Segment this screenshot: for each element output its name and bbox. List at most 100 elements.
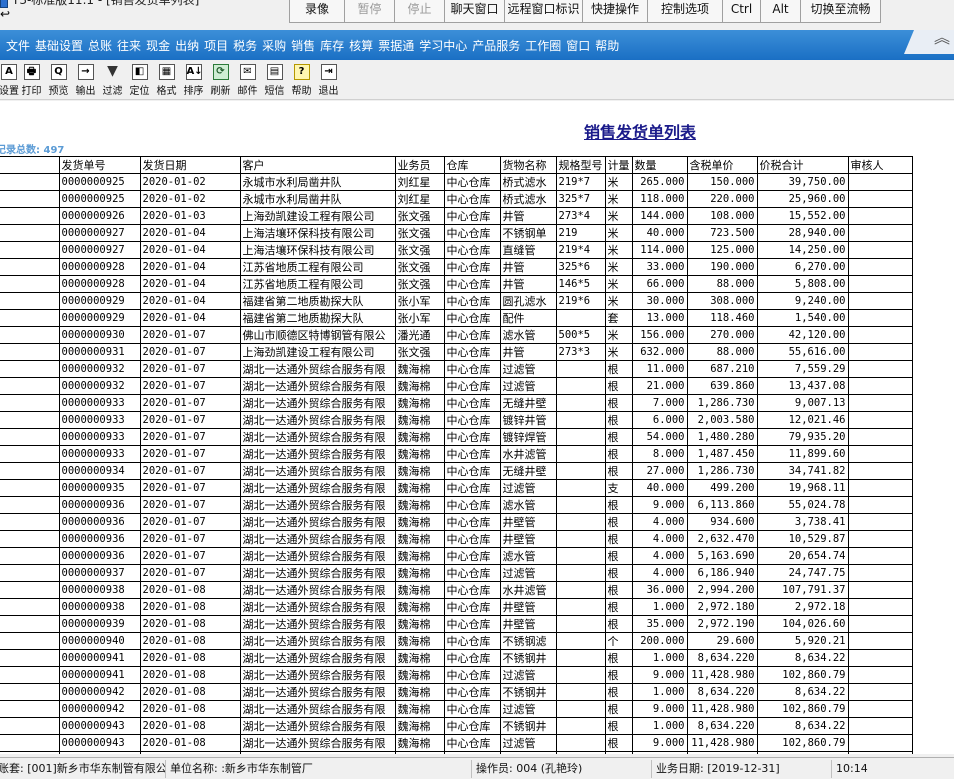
table-row[interactable]: 0000000928 2020-01-04 江苏省地质工程有限公司 张文强 中心仓库 井管…: [0, 258, 913, 276]
table-cell: [555, 581, 606, 599]
toolbar-button-0[interactable]: A 设置: [0, 60, 19, 100]
header-cell-11[interactable]: 审核人: [847, 156, 913, 174]
table-row[interactable]: 0000000934 2020-01-07 湖北一达通外贸综合服务有限 魏海棉 中心仓库…: [0, 462, 913, 480]
table-cell: [847, 751, 913, 754]
header-cell-4[interactable]: 仓库: [443, 156, 501, 174]
menu-item-8[interactable]: 采购: [262, 37, 286, 54]
toolbar-button-6[interactable]: ▦ 格式: [153, 60, 180, 100]
table-row[interactable]: 0000000933 2020-01-07 湖北一达通外贸综合服务有限 魏海棉 中心仓库…: [0, 428, 913, 446]
menu-item-4[interactable]: 现金: [146, 37, 170, 54]
header-cell-3[interactable]: 业务员: [394, 156, 445, 174]
table-cell: 根: [604, 513, 633, 531]
header-cell-9[interactable]: 含税单价: [686, 156, 758, 174]
remote-button-2[interactable]: 停止: [395, 0, 445, 23]
header-cell-2[interactable]: 客户: [239, 156, 396, 174]
table-row[interactable]: 0000000943 2020-01-08 湖北一达通外贸综合服务有限 魏海棉 中心仓库…: [0, 734, 913, 752]
table-cell: 过滤管: [499, 377, 557, 395]
table-row[interactable]: 0000000933 2020-01-07 湖北一达通外贸综合服务有限 魏海棉 中心仓库…: [0, 394, 913, 412]
menu-item-7[interactable]: 税务: [233, 37, 257, 54]
remote-button-0[interactable]: 录像: [290, 0, 345, 23]
header-cell-7[interactable]: 计量: [604, 156, 633, 174]
table-row[interactable]: 0000000939 2020-01-08 湖北一达通外贸综合服务有限 魏海棉 中心仓库…: [0, 615, 913, 633]
toolbar-button-10[interactable]: ▤ 短信: [261, 60, 288, 100]
table-row[interactable]: 0000000936 2020-01-07 湖北一达通外贸综合服务有限 魏海棉 中心仓库…: [0, 530, 913, 548]
menu-item-11[interactable]: 核算: [349, 37, 373, 54]
table-row[interactable]: 0000000943 2020-01-08 湖北一达通外贸综合服务有限 魏海棉 中心仓库…: [0, 717, 913, 735]
remote-button-4[interactable]: 远程窗口标识: [505, 0, 583, 23]
table-row[interactable]: 00000009442020-01-08湖北一达通外贸综合服务有限魏海棉中心仓库…: [0, 751, 913, 754]
toolbar-button-7[interactable]: A↓ 排序: [180, 60, 207, 100]
toolbar-button-4[interactable]: ▼ 过滤: [99, 60, 126, 100]
remote-button-7[interactable]: Ctrl: [723, 0, 761, 23]
table-row[interactable]: 0000000931 2020-01-07 上海劲凯建设工程有限公司 张文强 中心仓库井…: [0, 343, 913, 361]
menu-item-14[interactable]: 产品服务: [472, 37, 520, 54]
toolbar-button-1[interactable]: 🖶 打印: [18, 60, 45, 100]
remote-button-6[interactable]: 控制选项: [648, 0, 723, 23]
table-row[interactable]: 0000000932 2020-01-07 湖北一达通外贸综合服务有限 魏海棉 中心仓库…: [0, 360, 913, 378]
table-row[interactable]: 0000000936 2020-01-07 湖北一达通外贸综合服务有限 魏海棉 中心仓库…: [0, 496, 913, 514]
row-gutter: [0, 190, 60, 208]
table-row[interactable]: 0000000928 2020-01-04 江苏省地质工程有限公司 张文强 中心仓库 井管…: [0, 275, 913, 293]
menu-item-15[interactable]: 工作圈: [525, 37, 561, 54]
table-row[interactable]: 0000000935 2020-01-07 湖北一达通外贸综合服务有限 魏海棉 中心仓库…: [0, 479, 913, 497]
table-row[interactable]: 0000000927 2020-01-04 上海洁壤环保科技有限公司 张文强 中心仓库不…: [0, 224, 913, 242]
toolbar-button-8[interactable]: ⟳ 刷新: [207, 60, 234, 100]
header-cell-5[interactable]: 货物名称: [499, 156, 557, 174]
menu-item-1[interactable]: 基础设置: [35, 37, 83, 54]
header-cell-0[interactable]: 发货单号: [58, 156, 141, 174]
table-row[interactable]: 0000000926 2020-01-03 上海劲凯建设工程有限公司 张文强 中心仓库井…: [0, 207, 913, 225]
table-row[interactable]: 0000000933 2020-01-07 湖北一达通外贸综合服务有限 魏海棉 中心仓库…: [0, 445, 913, 463]
table-row[interactable]: 0000000938 2020-01-08 湖北一达通外贸综合服务有限 魏海棉 中心仓库…: [0, 598, 913, 616]
remote-button-9[interactable]: 切换至流畅: [801, 0, 881, 23]
remote-button-3[interactable]: 聊天窗口: [445, 0, 505, 23]
menu-item-9[interactable]: 销售: [291, 37, 315, 54]
toolbar-button-3[interactable]: → 输出: [72, 60, 99, 100]
toolbar-button-11[interactable]: ? 帮助: [288, 60, 315, 100]
collapse-chevron-icon[interactable]: ︽: [934, 30, 954, 46]
header-cell-6[interactable]: 规格型号: [555, 156, 606, 174]
toolbar-button-2[interactable]: Q 预览: [45, 60, 72, 100]
remote-button-5[interactable]: 快捷操作: [583, 0, 648, 23]
table-row[interactable]: 0000000930 2020-01-07 佛山市顺德区特博钢管有限公 潘光通 中心仓库…: [0, 326, 913, 344]
table-row[interactable]: 0000000936 2020-01-07 湖北一达通外贸综合服务有限 魏海棉 中心仓库…: [0, 513, 913, 531]
header-cell-10[interactable]: 价税合计: [756, 156, 849, 174]
toolbar-button-9[interactable]: ✉ 邮件: [234, 60, 261, 100]
table-row[interactable]: 0000000942 2020-01-08 湖北一达通外贸综合服务有限 魏海棉 中心仓库…: [0, 700, 913, 718]
toolbar-button-label: 定位: [129, 86, 150, 97]
table-cell: 0000000940: [58, 632, 141, 650]
table-row[interactable]: 0000000925 2020-01-02 永城市水利局凿井队 刘红星 中心仓库 桥式滤水…: [0, 190, 913, 208]
menu-item-3[interactable]: 往来: [117, 37, 141, 54]
header-cell-1[interactable]: 发货日期: [139, 156, 241, 174]
toolbar-button-12[interactable]: ⇥ 退出: [315, 60, 342, 100]
menu-item-6[interactable]: 项目: [204, 37, 228, 54]
menu-item-10[interactable]: 库存: [320, 37, 344, 54]
menu-item-16[interactable]: 窗口: [566, 37, 590, 54]
table-row[interactable]: 0000000925 2020-01-02 永城市水利局凿井队 刘红星 中心仓库 桥式滤水…: [0, 173, 913, 191]
table-row[interactable]: 0000000940 2020-01-08 湖北一达通外贸综合服务有限 魏海棉 中心仓库…: [0, 632, 913, 650]
table-row[interactable]: 0000000941 2020-01-08 湖北一达通外贸综合服务有限 魏海棉 中心仓库…: [0, 666, 913, 684]
table-row[interactable]: 0000000936 2020-01-07 湖北一达通外贸综合服务有限 魏海棉 中心仓库…: [0, 547, 913, 565]
menu-item-13[interactable]: 学习中心: [419, 37, 467, 54]
remote-button-8[interactable]: Alt: [761, 0, 801, 23]
menu-item-5[interactable]: 出纳: [175, 37, 199, 54]
menu-item-2[interactable]: 总账: [88, 37, 112, 54]
table-cell: 2020-01-08: [139, 615, 241, 633]
system-menu-icon[interactable]: ↩: [0, 8, 10, 20]
table-row[interactable]: 0000000933 2020-01-07 湖北一达通外贸综合服务有限 魏海棉 中心仓库…: [0, 411, 913, 429]
menu-item-12[interactable]: 票据通: [378, 37, 414, 54]
table-row[interactable]: 0000000927 2020-01-04 上海洁壤环保科技有限公司 张文强 中心仓库直…: [0, 241, 913, 259]
menu-item-17[interactable]: 帮助: [595, 37, 619, 54]
menu-item-0[interactable]: 文件: [6, 37, 30, 54]
table-row[interactable]: 0000000929 2020-01-04 福建省第二地质勘探大队 张小军 中心仓库 圆孔…: [0, 292, 913, 310]
table-cell: 米: [604, 275, 633, 293]
table-row[interactable]: 0000000938 2020-01-08 湖北一达通外贸综合服务有限 魏海棉 中心仓库…: [0, 581, 913, 599]
remote-button-1[interactable]: 暂停: [345, 0, 395, 23]
table-row[interactable]: 0000000932 2020-01-07 湖北一达通外贸综合服务有限 魏海棉 中心仓库…: [0, 377, 913, 395]
header-cell-8[interactable]: 数量: [631, 156, 688, 174]
table-row[interactable]: 0000000942 2020-01-08 湖北一达通外贸综合服务有限 魏海棉 中心仓库…: [0, 683, 913, 701]
table-row[interactable]: 0000000937 2020-01-07 湖北一达通外贸综合服务有限 魏海棉 中心仓库…: [0, 564, 913, 582]
table-row[interactable]: 0000000941 2020-01-08 湖北一达通外贸综合服务有限 魏海棉 中心仓库…: [0, 649, 913, 667]
toolbar-button-5[interactable]: ◧ 定位: [126, 60, 153, 100]
table-cell: 魏海棉: [394, 615, 445, 633]
table-row[interactable]: 0000000929 2020-01-04 福建省第二地质勘探大队 张小军 中心仓库 配件…: [0, 309, 913, 327]
